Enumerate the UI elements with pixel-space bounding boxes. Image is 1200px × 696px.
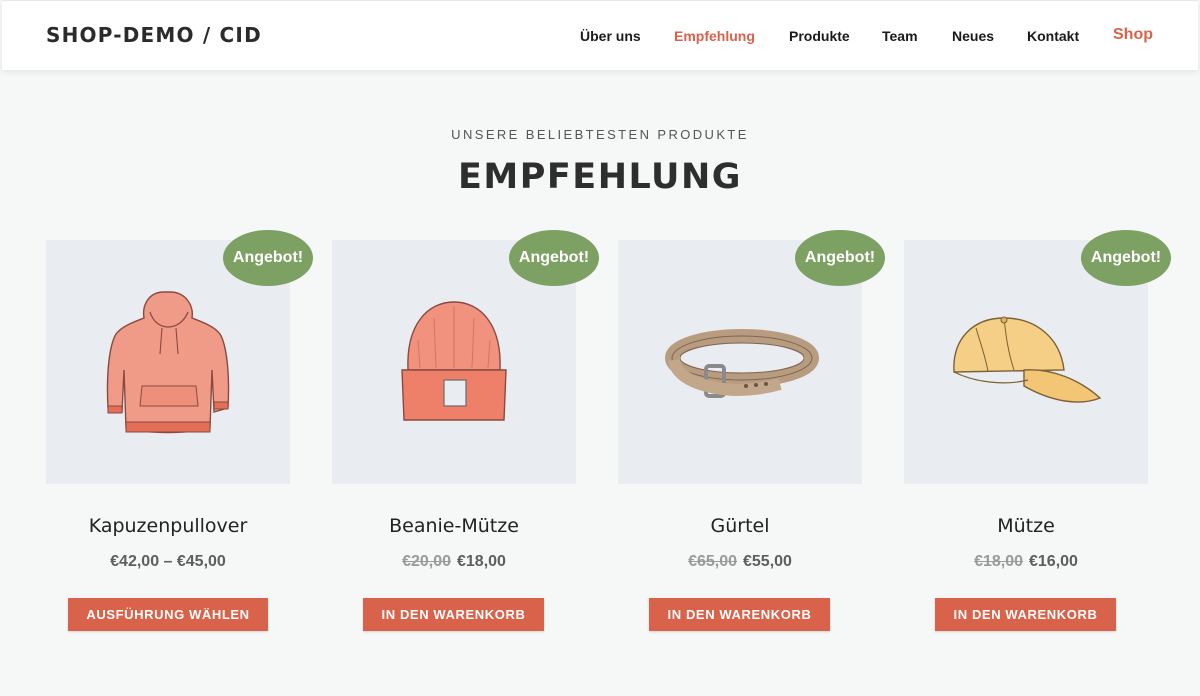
product-price: €20,00 €18,00 bbox=[332, 553, 576, 571]
product-card: Angebot! Beanie-Mütze €20,00 €18,00 In de… bbox=[332, 230, 599, 640]
product-price-old: €20,00 bbox=[402, 553, 451, 570]
product-card: Angebot! Gürtel €65,00 €55,00 In den Ware… bbox=[618, 230, 885, 640]
product-card: Angebot! Kapuzenpullover €42,00 – €45,00… bbox=[46, 230, 313, 640]
sale-badge: Angebot! bbox=[795, 230, 885, 286]
select-options-button[interactable]: Ausführung wählen bbox=[68, 598, 268, 631]
product-image[interactable]: Angebot! bbox=[332, 230, 599, 484]
product-price: €18,00 €16,00 bbox=[904, 553, 1148, 571]
product-price-current: €18,00 bbox=[457, 553, 506, 570]
product-title[interactable]: Gürtel bbox=[618, 515, 862, 537]
sale-badge: Angebot! bbox=[1081, 230, 1171, 286]
product-price: €65,00 €55,00 bbox=[618, 553, 862, 571]
nav-item-shop[interactable]: Shop bbox=[1113, 26, 1153, 44]
nav-item-team[interactable]: Team bbox=[882, 28, 918, 44]
add-to-cart-button[interactable]: In den Warenkorb bbox=[649, 598, 830, 631]
product-price-current: €42,00 – €45,00 bbox=[110, 553, 226, 570]
nav-item-kontakt[interactable]: Kontakt bbox=[1027, 28, 1079, 44]
product-price-old: €18,00 bbox=[974, 553, 1023, 570]
nav-item-produkte[interactable]: Produkte bbox=[789, 28, 850, 44]
nav-item-empfehlung[interactable]: Empfehlung bbox=[674, 28, 755, 44]
add-to-cart-button[interactable]: In den Warenkorb bbox=[935, 598, 1116, 631]
product-price-old: €65,00 bbox=[688, 553, 737, 570]
nav-item-neues[interactable]: Neues bbox=[952, 28, 994, 44]
sale-badge: Angebot! bbox=[509, 230, 599, 286]
product-image[interactable]: Angebot! bbox=[46, 230, 313, 484]
nav-item-ueber-uns[interactable]: Über uns bbox=[580, 28, 641, 44]
site-header: SHOP-DEMO / CID Über uns Empfehlung Prod… bbox=[2, 0, 1198, 70]
section-heading: EMPFEHLUNG bbox=[458, 157, 742, 197]
add-to-cart-button[interactable]: In den Warenkorb bbox=[363, 598, 544, 631]
main-nav: Über uns Empfehlung Produkte Team Neues … bbox=[2, 26, 1198, 48]
product-image[interactable]: Angebot! bbox=[618, 230, 885, 484]
section-subheading: UNSERE BELIEBTESTEN PRODUKTE bbox=[451, 127, 749, 142]
product-card: Angebot! Mütze €18,00 €16,00 In den Waren… bbox=[904, 230, 1171, 640]
product-title[interactable]: Beanie-Mütze bbox=[332, 515, 576, 537]
product-price-current: €55,00 bbox=[743, 553, 792, 570]
sale-badge: Angebot! bbox=[223, 230, 313, 286]
product-image[interactable]: Angebot! bbox=[904, 230, 1171, 484]
product-title[interactable]: Kapuzenpullover bbox=[46, 515, 290, 537]
product-title[interactable]: Mütze bbox=[904, 515, 1148, 537]
product-price-current: €16,00 bbox=[1029, 553, 1078, 570]
product-price: €42,00 – €45,00 bbox=[46, 553, 290, 571]
